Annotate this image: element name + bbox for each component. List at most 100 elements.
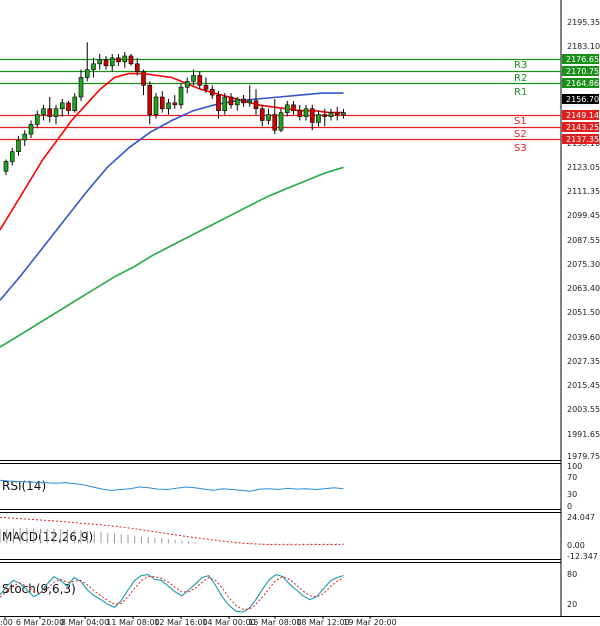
- s3-label: S3: [514, 143, 527, 154]
- candle-body: [272, 114, 278, 131]
- candle-body: [291, 104, 296, 111]
- candle-body: [216, 94, 221, 111]
- rsi-tick: 100: [567, 462, 582, 471]
- time-label: 6 Mar 20:00: [16, 618, 64, 626]
- price-tick-label: 1991.65: [567, 430, 600, 439]
- candle-body: [316, 114, 321, 123]
- time-label: 18 Mar 12:00: [296, 618, 349, 626]
- price-tick-label: 1979.75: [567, 452, 600, 461]
- candle-body: [97, 59, 103, 65]
- candle-body: [247, 100, 253, 104]
- candle-body: [153, 96, 159, 115]
- candle-body: [134, 63, 140, 72]
- r2-label: R2: [514, 73, 527, 84]
- candle-body: [166, 102, 171, 110]
- candle-body: [53, 108, 59, 117]
- stoch-tick: 20: [567, 600, 577, 609]
- time-label: 12 Mar 16:00: [154, 618, 207, 626]
- candle-body: [284, 104, 290, 113]
- rsi-tick: 0: [567, 502, 572, 511]
- candle-body: [297, 110, 303, 117]
- price-tick-label: 2087.55: [567, 236, 600, 245]
- candle-body: [66, 102, 71, 111]
- price-tick-label: 2027.35: [567, 357, 600, 366]
- r3-label: R3: [514, 60, 527, 71]
- price-tick-label: 2051.50: [567, 308, 600, 317]
- time-axis: :00 6 Mar 20:008 Mar 04:0011 Mar 08:0012 …: [0, 616, 397, 626]
- time-label: 19 Mar 20:00: [343, 618, 396, 626]
- candle-body: [178, 86, 184, 106]
- price-tick-label: 2111.35: [567, 187, 600, 196]
- price-tick-label: 2039.60: [567, 333, 600, 342]
- candle-body: [222, 96, 228, 111]
- candle-body: [259, 108, 265, 121]
- r3-price-text: 2176.65: [566, 55, 599, 64]
- time-label: :00: [0, 618, 13, 626]
- macd-tick: -12.347: [567, 552, 598, 561]
- candle-body: [172, 102, 178, 106]
- s1-label: S1: [514, 116, 527, 127]
- price-tick-label: 2099.45: [567, 211, 600, 220]
- time-label: 8 Mar 04:00: [61, 618, 109, 626]
- candle-body: [3, 161, 9, 172]
- candle-body: [91, 63, 96, 70]
- candle-body: [147, 84, 153, 115]
- candle-body: [41, 108, 46, 115]
- s1-price-text: 2149.14: [566, 111, 599, 120]
- candle-body: [109, 57, 115, 67]
- candle-body: [191, 75, 196, 82]
- candle-body: [47, 108, 53, 117]
- s3-price-text: 2137.35: [566, 135, 599, 144]
- candle-body: [334, 112, 340, 115]
- price-tick-label: 2195.35: [567, 18, 600, 27]
- s2-price-text: 2143.25: [566, 123, 599, 132]
- macd-tick: 0.00: [567, 541, 585, 550]
- candle-body: [78, 77, 84, 98]
- candle-body: [116, 57, 121, 63]
- price-tick-label: 2183.10: [567, 42, 600, 51]
- candle-body: [234, 98, 240, 106]
- forex-chart: 2195.35 2183.10 2135.10 2123.05 2111.35 …: [0, 0, 600, 626]
- macd-tick: 24.047: [567, 513, 595, 522]
- candle-body: [72, 96, 78, 111]
- candle-body: [28, 124, 34, 135]
- time-label: 15 Mar 08:00: [248, 618, 301, 626]
- candle-body: [122, 55, 128, 63]
- candle-body: [322, 114, 328, 117]
- candle-body: [197, 75, 203, 86]
- candle-body: [59, 102, 65, 110]
- candle-body: [266, 114, 271, 121]
- candle-body: [16, 139, 21, 153]
- price-tick-label: 2123.05: [567, 163, 600, 172]
- candle-body: [253, 100, 259, 110]
- candle-body: [309, 108, 315, 123]
- candle-body: [278, 112, 284, 131]
- candle-body: [228, 96, 234, 106]
- price-tick-label: 2063.40: [567, 284, 600, 293]
- candle-body: [159, 96, 165, 110]
- candle-body: [303, 108, 309, 117]
- rsi-tick: 70: [567, 473, 577, 482]
- price-tick-label: 2015.45: [567, 381, 600, 390]
- r1-label: R1: [514, 87, 527, 98]
- candle-body: [328, 112, 334, 117]
- level-price-tags: 2176.65 2170.75 2164.86 2156.70 2149.14 …: [562, 54, 599, 144]
- candle-body: [84, 69, 90, 78]
- time-label: 11 Mar 08:00: [106, 618, 159, 626]
- r1-price-text: 2164.86: [566, 79, 599, 88]
- stoch-tick: 80: [567, 570, 577, 579]
- candle-body: [184, 81, 190, 88]
- current-price-text: 2156.70: [566, 95, 599, 104]
- candle-body: [141, 71, 146, 86]
- rsi-tick: 30: [567, 490, 577, 499]
- candle-body: [341, 112, 346, 115]
- candle-body: [34, 114, 40, 125]
- candle-body: [241, 98, 246, 104]
- r2-price-text: 2170.75: [566, 67, 599, 76]
- price-tick-label: 2003.55: [567, 405, 600, 414]
- candle-body: [203, 84, 209, 90]
- candle-body: [22, 133, 28, 141]
- price-tick-label: 2075.30: [567, 260, 600, 269]
- s2-label: S2: [514, 129, 527, 140]
- candle-body: [209, 88, 215, 96]
